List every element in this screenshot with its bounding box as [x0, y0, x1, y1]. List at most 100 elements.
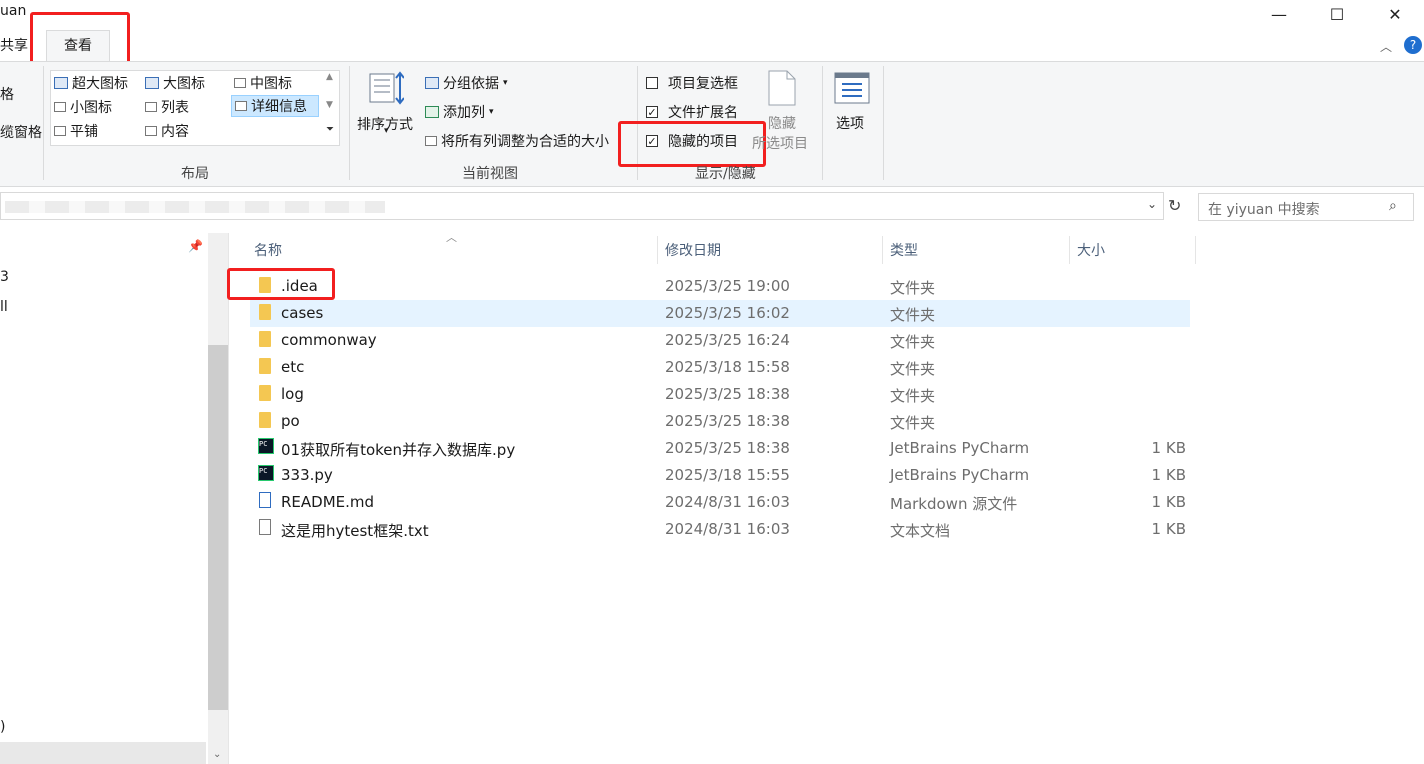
pin-icon[interactable]: 📌: [188, 239, 203, 253]
maximize-button[interactable]: ☐: [1314, 0, 1360, 28]
minimize-button[interactable]: —: [1256, 0, 1302, 28]
file-type: 文件夹: [890, 414, 936, 432]
nav-item[interactable]: ll: [0, 299, 8, 315]
item-checkboxes-toggle[interactable]: 项目复选框: [646, 73, 738, 93]
address-bar[interactable]: ⌄: [0, 192, 1164, 220]
search-icon[interactable]: ⌕: [1389, 198, 1397, 214]
pycharm-file-icon: PC: [258, 438, 274, 454]
gallery-more-icon[interactable]: ⏷: [326, 124, 334, 135]
group-by-button[interactable]: 分组依据 ▾: [425, 73, 508, 93]
item-checkboxes-checkbox[interactable]: [646, 77, 658, 89]
list-option[interactable]: 列表: [145, 97, 189, 117]
highlight-box-hidden-items: [618, 121, 766, 167]
tiles-option[interactable]: 平铺: [54, 121, 98, 141]
search-placeholder: 在 yiyuan 中搜索: [1208, 202, 1320, 218]
group-by-icon: [425, 77, 439, 89]
file-row[interactable]: commonway 2025/3/25 16:24 文件夹: [250, 327, 1190, 354]
large-icons-option[interactable]: 大图标: [145, 73, 205, 93]
file-extensions-toggle[interactable]: ✓ 文件扩展名: [646, 102, 738, 122]
pycharm-file-icon: PC: [258, 465, 274, 481]
hide-selected-label-2[interactable]: 所选项目: [752, 133, 808, 153]
file-row[interactable]: etc 2025/3/18 15:58 文件夹: [250, 354, 1190, 381]
column-header-date[interactable]: 修改日期: [665, 240, 721, 260]
column-header-type[interactable]: 类型: [890, 240, 918, 260]
file-row[interactable]: .idea 2025/3/25 19:00 文件夹: [250, 273, 1190, 300]
sort-dropdown-icon[interactable]: ▾: [384, 126, 389, 136]
options-button[interactable]: 选项: [836, 113, 864, 133]
column-separator[interactable]: [657, 236, 658, 264]
collapse-ribbon-icon[interactable]: ︿: [1380, 38, 1392, 55]
folder-icon: [259, 331, 271, 347]
add-columns-icon: [425, 106, 439, 118]
options-icon: [834, 72, 870, 104]
file-row[interactable]: cases 2025/3/25 16:02 文件夹: [250, 300, 1190, 327]
ribbon-partial-1[interactable]: 格: [0, 84, 14, 104]
file-name: etc: [281, 358, 305, 376]
address-dropdown-icon[interactable]: ⌄: [1147, 197, 1157, 211]
fit-columns-icon: [425, 136, 437, 146]
nav-item[interactable]: ): [0, 719, 5, 735]
file-type: JetBrains PyCharm: [890, 466, 1030, 484]
group-by-dropdown-icon: ▾: [503, 78, 508, 88]
scroll-down-icon[interactable]: ⌄: [213, 749, 221, 760]
folder-icon: [259, 412, 271, 428]
folder-icon: [259, 304, 271, 320]
ribbon-partial-2[interactable]: 缆窗格: [0, 122, 42, 142]
sort-indicator-icon: ︿: [446, 231, 457, 244]
close-button[interactable]: ✕: [1372, 0, 1418, 28]
file-row[interactable]: 这是用hytest框架.txt 2024/8/31 16:03 文本文档 1 KB: [250, 516, 1190, 543]
column-separator[interactable]: [882, 236, 883, 264]
details-icon: [235, 101, 247, 111]
file-type: 文本文档: [890, 522, 951, 540]
content-option[interactable]: 内容: [145, 121, 189, 141]
list-label: 列表: [161, 100, 189, 116]
file-row[interactable]: po 2025/3/25 18:38 文件夹: [250, 408, 1190, 435]
file-extensions-checkbox[interactable]: ✓: [646, 106, 658, 119]
gallery-scroll-up-icon[interactable]: ▲: [326, 72, 333, 82]
group-by-label: 分组依据: [443, 76, 499, 92]
extra-large-icons-option[interactable]: 超大图标: [54, 73, 128, 93]
file-extensions-label: 文件扩展名: [668, 105, 738, 121]
small-icons-option[interactable]: 小图标: [54, 97, 112, 117]
file-row[interactable]: PC 333.py 2025/3/18 15:55 JetBrains PyCharm…: [250, 462, 1190, 489]
file-row[interactable]: README.md 2024/8/31 16:03 Markdown 源文件 1 KB: [250, 489, 1190, 516]
nav-scroll-thumb[interactable]: [208, 345, 228, 710]
small-icons-icon: [54, 102, 66, 112]
details-option[interactable]: 详细信息: [231, 95, 319, 117]
help-icon[interactable]: ?: [1404, 36, 1422, 54]
markdown-file-icon: [259, 492, 271, 508]
file-type: JetBrains PyCharm: [890, 439, 1030, 457]
column-header-size[interactable]: 大小: [1077, 240, 1105, 260]
hide-selected-label-1[interactable]: 隐藏: [768, 113, 796, 133]
column-header-name[interactable]: 名称: [254, 240, 282, 260]
fit-columns-button[interactable]: 将所有列调整为合适的大小: [425, 131, 609, 151]
file-size: 1 KB: [1151, 439, 1186, 457]
file-type: Markdown 源文件: [890, 495, 1018, 513]
nav-horizontal-scrollbar[interactable]: [0, 742, 206, 764]
file-date: 2025/3/25 19:00: [665, 277, 790, 295]
nav-vertical-scrollbar[interactable]: ⌄: [208, 233, 228, 764]
add-columns-button[interactable]: 添加列 ▾: [425, 102, 494, 122]
add-columns-label: 添加列: [443, 105, 485, 121]
file-date: 2025/3/25 16:24: [665, 331, 790, 349]
ribbon-separator: [349, 66, 350, 180]
file-row[interactable]: log 2025/3/25 18:38 文件夹: [250, 381, 1190, 408]
file-row[interactable]: PC 01获取所有token并存入数据库.py 2025/3/25 18:38 Jet…: [250, 435, 1190, 462]
tab-share[interactable]: 共享: [0, 32, 28, 60]
file-name: commonway: [281, 331, 377, 349]
file-date: 2025/3/18 15:55: [665, 466, 790, 484]
file-name: cases: [281, 304, 324, 322]
small-icons-label: 小图标: [70, 100, 112, 116]
column-separator[interactable]: [1195, 236, 1196, 264]
medium-icons-option[interactable]: 中图标: [234, 73, 292, 93]
file-date: 2025/3/18 15:58: [665, 358, 790, 376]
gallery-scroll-down-icon[interactable]: ▼: [326, 100, 333, 110]
file-type: 文件夹: [890, 387, 936, 405]
refresh-icon[interactable]: ↻: [1168, 196, 1181, 215]
nav-item[interactable]: 3: [0, 269, 9, 285]
file-name: 01获取所有token并存入数据库.py: [281, 441, 516, 459]
search-box[interactable]: 在 yiyuan 中搜索 ⌕: [1198, 193, 1414, 221]
column-separator[interactable]: [1069, 236, 1070, 264]
window-title: uan: [0, 3, 27, 19]
file-name: README.md: [281, 493, 375, 511]
